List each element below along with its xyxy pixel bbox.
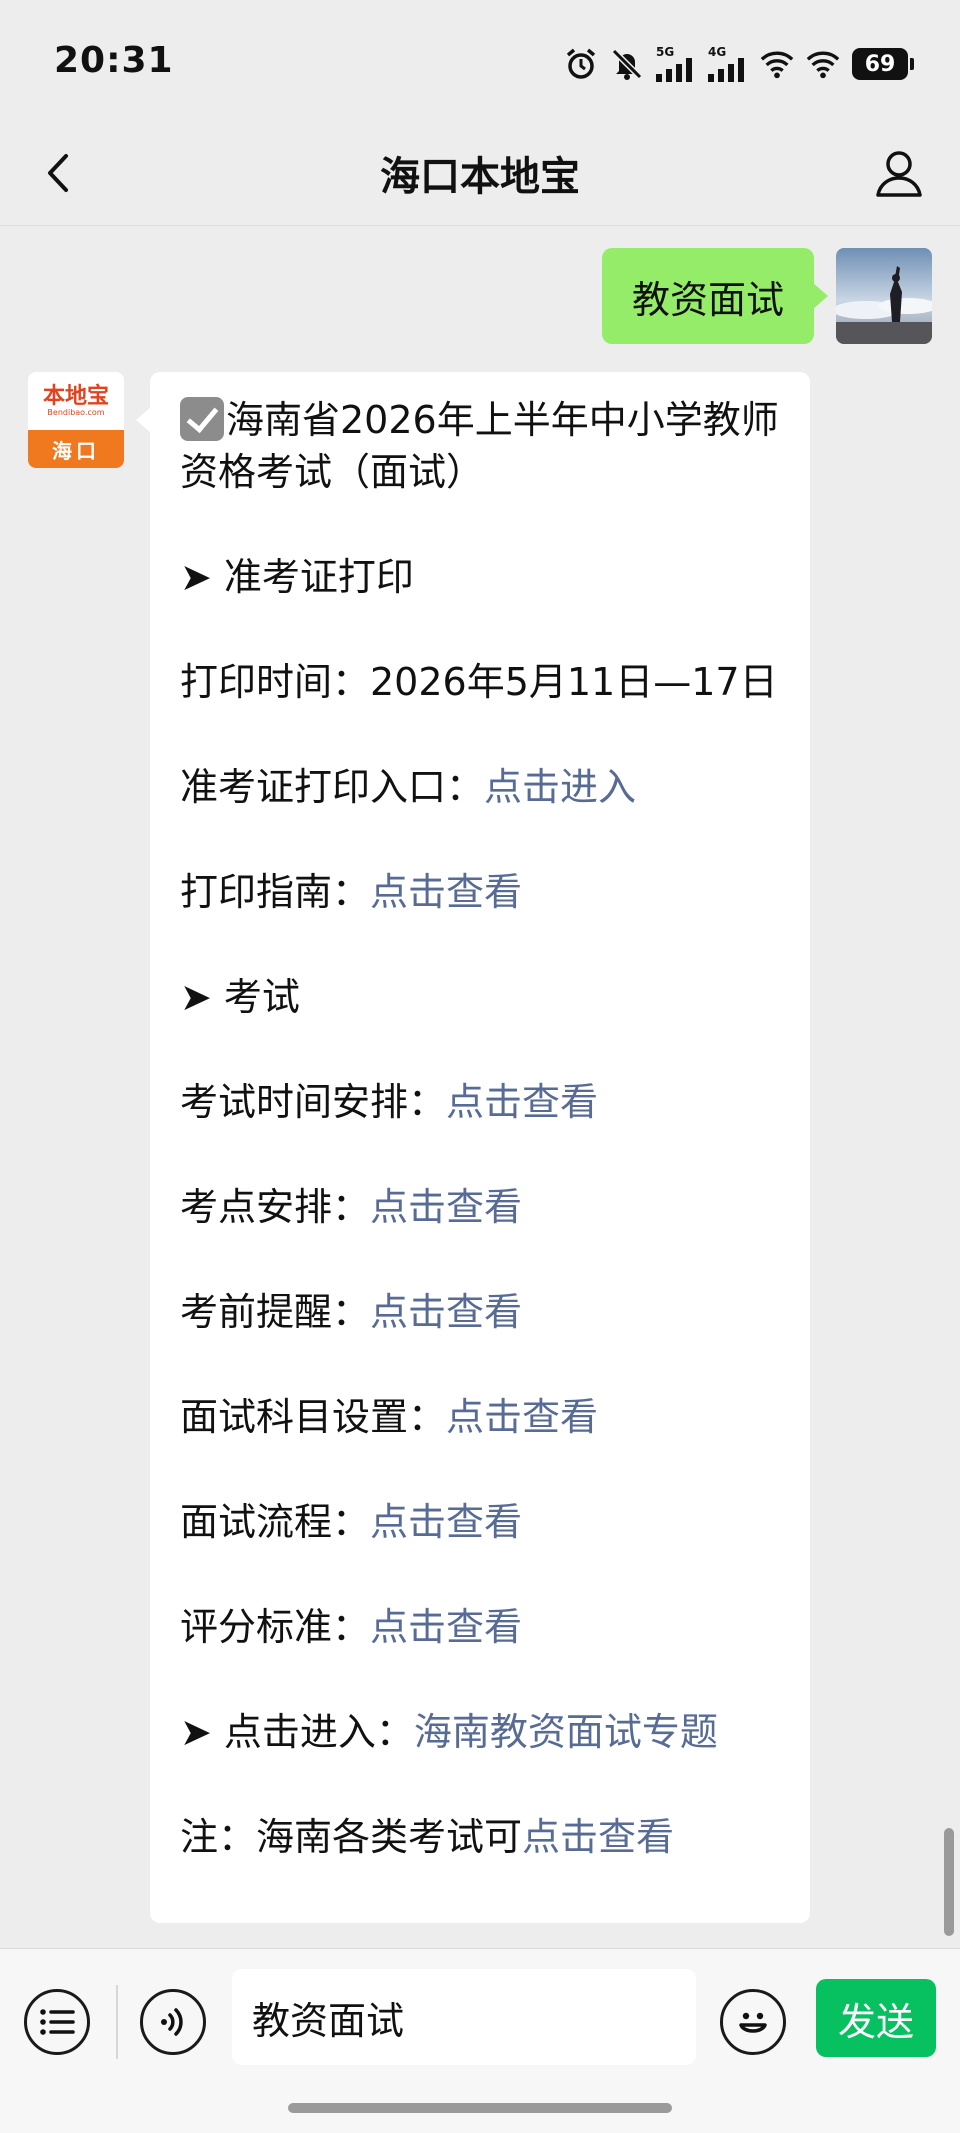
incoming-bubble: 海南省2026年上半年中小学教师资格考试（面试） ➤ 准考证打印 打印时间：20… xyxy=(136,372,810,1923)
voice-icon[interactable] xyxy=(140,1989,206,2055)
outgoing-bubble[interactable]: 教资面试 xyxy=(601,248,829,344)
list-menu-icon[interactable] xyxy=(24,1989,90,2055)
section-heading-admission: ➤ 准考证打印 xyxy=(180,555,414,599)
exam-reminder-row: 考前提醒：点击查看 xyxy=(180,1290,523,1334)
exam-venue-row: 考点安排：点击查看 xyxy=(180,1185,523,1229)
status-time: 20:31 xyxy=(54,40,174,81)
alarm-icon xyxy=(564,47,598,81)
special-topic-row: ➤ 点击进入：海南教资面试专题 xyxy=(180,1710,718,1754)
scoring-row: 评分标准：点击查看 xyxy=(180,1605,523,1649)
person-icon[interactable] xyxy=(872,146,926,200)
bendibao-logo: 本地宝 Bendibao.com xyxy=(28,372,124,430)
message-input[interactable] xyxy=(232,1969,696,2065)
page-title: 海口本地宝 xyxy=(380,154,580,200)
bendibao-avatar[interactable]: 本地宝 Bendibao.com 海口 xyxy=(28,372,124,468)
exam-venue-link[interactable]: 点击查看 xyxy=(370,1185,522,1229)
print-guide-row: 打印指南：点击查看 xyxy=(180,870,523,914)
admission-entry-link[interactable]: 点击进入 xyxy=(484,765,636,809)
exam-schedule-link[interactable]: 点击查看 xyxy=(446,1080,598,1124)
status-icons: 5G 4G 69 xyxy=(564,44,914,84)
subjects-row: 面试科目设置：点击查看 xyxy=(180,1395,599,1439)
outgoing-message: 教资面试 xyxy=(601,248,932,344)
status-bar: 20:31 5G 4G 69 xyxy=(0,0,960,120)
note-link[interactable]: 点击查看 xyxy=(522,1815,674,1859)
subjects-link[interactable]: 点击查看 xyxy=(446,1395,598,1439)
home-indicator[interactable] xyxy=(288,2103,672,2113)
chat-area[interactable]: 教资面试 本地宝 Bendibao.com 海口 海南省2026年上半年中小学教… xyxy=(0,226,960,1948)
nav-bar: 海口本地宝 xyxy=(0,120,960,226)
mute-bell-icon xyxy=(610,47,644,81)
note-row: 注：海南各类考试可点击查看 xyxy=(180,1815,675,1859)
special-topic-link[interactable]: 海南教资面试专题 xyxy=(414,1710,718,1754)
admission-entry-row: 准考证打印入口：点击进入 xyxy=(180,765,637,809)
bendibao-city-label: 海口 xyxy=(28,430,124,468)
wifi-icon xyxy=(760,47,794,81)
signal-5g-icon: 5G xyxy=(656,46,696,82)
exam-reminder-link[interactable]: 点击查看 xyxy=(370,1290,522,1334)
user-avatar[interactable] xyxy=(836,248,932,344)
checkbox-icon xyxy=(180,397,224,441)
chat-scrollbar[interactable] xyxy=(944,1828,954,1936)
smiley-icon[interactable] xyxy=(720,1989,786,2055)
process-row: 面试流程：点击查看 xyxy=(180,1500,523,1544)
scoring-link[interactable]: 点击查看 xyxy=(370,1605,522,1649)
print-time-text: 打印时间：2026年5月11日—17日 xyxy=(180,660,778,704)
input-bar: 发送 xyxy=(0,1948,960,2133)
battery-icon: 69 xyxy=(852,48,914,80)
print-guide-link[interactable]: 点击查看 xyxy=(370,870,522,914)
incoming-message: 本地宝 Bendibao.com 海口 海南省2026年上半年中小学教师资格考试… xyxy=(28,372,810,1923)
section-heading-exam: ➤ 考试 xyxy=(180,975,300,1019)
process-link[interactable]: 点击查看 xyxy=(370,1500,522,1544)
input-divider xyxy=(116,1985,118,2059)
exam-schedule-row: 考试时间安排：点击查看 xyxy=(180,1080,599,1124)
wifi-icon xyxy=(806,47,840,81)
message-title: 海南省2026年上半年中小学教师资格考试（面试） xyxy=(180,397,779,494)
signal-4g-icon: 4G xyxy=(708,46,748,82)
send-button[interactable]: 发送 xyxy=(816,1979,936,2057)
